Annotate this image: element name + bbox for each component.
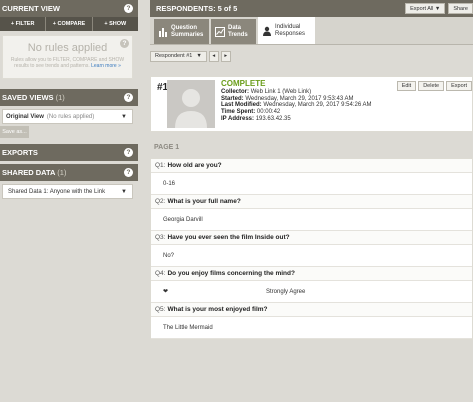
question-row: Q3: Have you ever seen the film Inside ou…	[151, 231, 472, 245]
responses-list: Q1: How old are you? 0-16 Q2: What is your…	[150, 158, 473, 340]
avatar	[167, 80, 215, 128]
chevron-down-icon: ▼	[121, 188, 127, 195]
answer-row: The Little Mermaid	[151, 317, 472, 339]
answer-row: ❤ Strongly Agree	[151, 281, 472, 303]
saved-views-title: SAVED VIEWS (1)	[2, 93, 65, 102]
help-icon[interactable]: ?	[124, 93, 133, 102]
heart-icon: ❤	[163, 289, 169, 295]
show-button[interactable]: + SHOW	[93, 17, 138, 31]
no-rules-title: No rules applied	[27, 42, 108, 54]
saved-views-header: SAVED VIEWS (1) ?	[0, 89, 138, 106]
shared-data-item: Shared Data 1: Anyone with the Link	[8, 188, 106, 195]
rule-buttons: + FILTER + COMPARE + SHOW	[0, 17, 138, 31]
saved-view-select[interactable]: Original View (No rules applied) ▼	[2, 109, 133, 124]
rules-box: ? No rules applied Rules allow you to FI…	[2, 35, 133, 79]
shared-data-header: SHARED DATA (1) ?	[0, 164, 138, 181]
respondents-header: RESPONDENTS: 5 of 5 Export All ▼ Share	[150, 0, 473, 17]
left-panel: CURRENT VIEW ? + FILTER + COMPARE + SHOW…	[0, 0, 138, 402]
respondent-info: COMPLETE Collector: Web Link 1 (Web Link…	[221, 79, 372, 122]
answer-row: No?	[151, 245, 472, 267]
bar-chart-icon	[158, 27, 168, 37]
chevron-down-icon: ▼	[196, 53, 202, 59]
respondent-card: #1 COMPLETE Collector: Web Link 1 (Web L…	[150, 76, 473, 132]
answer-row: Georgia Darvill	[151, 209, 472, 231]
question-row: Q2: What is your full name?	[151, 195, 472, 209]
rules-description: Rules allow you to FILTER, COMPARE and S…	[3, 57, 132, 69]
main-panel: RESPONDENTS: 5 of 5 Export All ▼ Share Q…	[150, 0, 473, 402]
current-view-title: CURRENT VIEW	[2, 4, 60, 13]
status-badge: COMPLETE	[221, 79, 266, 88]
export-button[interactable]: Export	[446, 81, 472, 91]
learn-more-link[interactable]: Learn more »	[91, 63, 121, 69]
help-icon[interactable]: ?	[120, 39, 129, 48]
saved-view-name: Original View	[6, 113, 44, 120]
saved-view-note: (No rules applied)	[46, 113, 95, 120]
chevron-down-icon: ▼	[121, 113, 127, 120]
tab-data-trends[interactable]: Data Trends	[211, 19, 256, 44]
next-respondent-button[interactable]: ▸	[220, 50, 231, 62]
question-row: Q5: What is your most enjoyed film?	[151, 303, 472, 317]
save-as-button[interactable]: Save as...	[0, 126, 29, 138]
card-actions: Edit Delete Export	[395, 81, 472, 91]
help-icon[interactable]: ?	[124, 4, 133, 13]
tab-question-summaries[interactable]: Question Summaries	[154, 19, 209, 44]
question-row: Q4: Do you enjoy films concerning the min…	[151, 267, 472, 281]
filter-button[interactable]: + FILTER	[0, 17, 47, 31]
trend-icon	[215, 26, 225, 37]
respondent-nav: Respondent #1 ▼ ◂ ▸	[150, 45, 473, 67]
exports-title: EXPORTS	[2, 148, 38, 157]
compare-button[interactable]: + COMPARE	[46, 17, 93, 31]
view-tabs: Question Summaries Data Trends Individua…	[150, 17, 473, 45]
delete-button[interactable]: Delete	[418, 81, 445, 91]
shared-data-title: SHARED DATA (1)	[2, 168, 67, 177]
shared-data-select[interactable]: Shared Data 1: Anyone with the Link ▼	[2, 184, 133, 199]
prev-respondent-button[interactable]: ◂	[208, 50, 219, 62]
share-button[interactable]: Share	[448, 3, 473, 14]
export-all-button[interactable]: Export All ▼	[405, 3, 446, 14]
edit-button[interactable]: Edit	[396, 81, 417, 91]
current-view-header: CURRENT VIEW ?	[0, 0, 138, 17]
respondent-select[interactable]: Respondent #1 ▼	[150, 50, 207, 62]
exports-header[interactable]: EXPORTS ?	[0, 144, 138, 161]
answer-row: 0-16	[151, 173, 472, 195]
page-label: PAGE 1	[154, 144, 180, 151]
tab-individual-responses[interactable]: Individual Responses	[258, 17, 315, 44]
respondents-title: RESPONDENTS: 5 of 5	[156, 4, 238, 13]
help-icon[interactable]: ?	[124, 148, 133, 157]
person-icon	[262, 26, 272, 36]
question-row: Q1: How old are you?	[151, 159, 472, 173]
help-icon[interactable]: ?	[124, 168, 133, 177]
